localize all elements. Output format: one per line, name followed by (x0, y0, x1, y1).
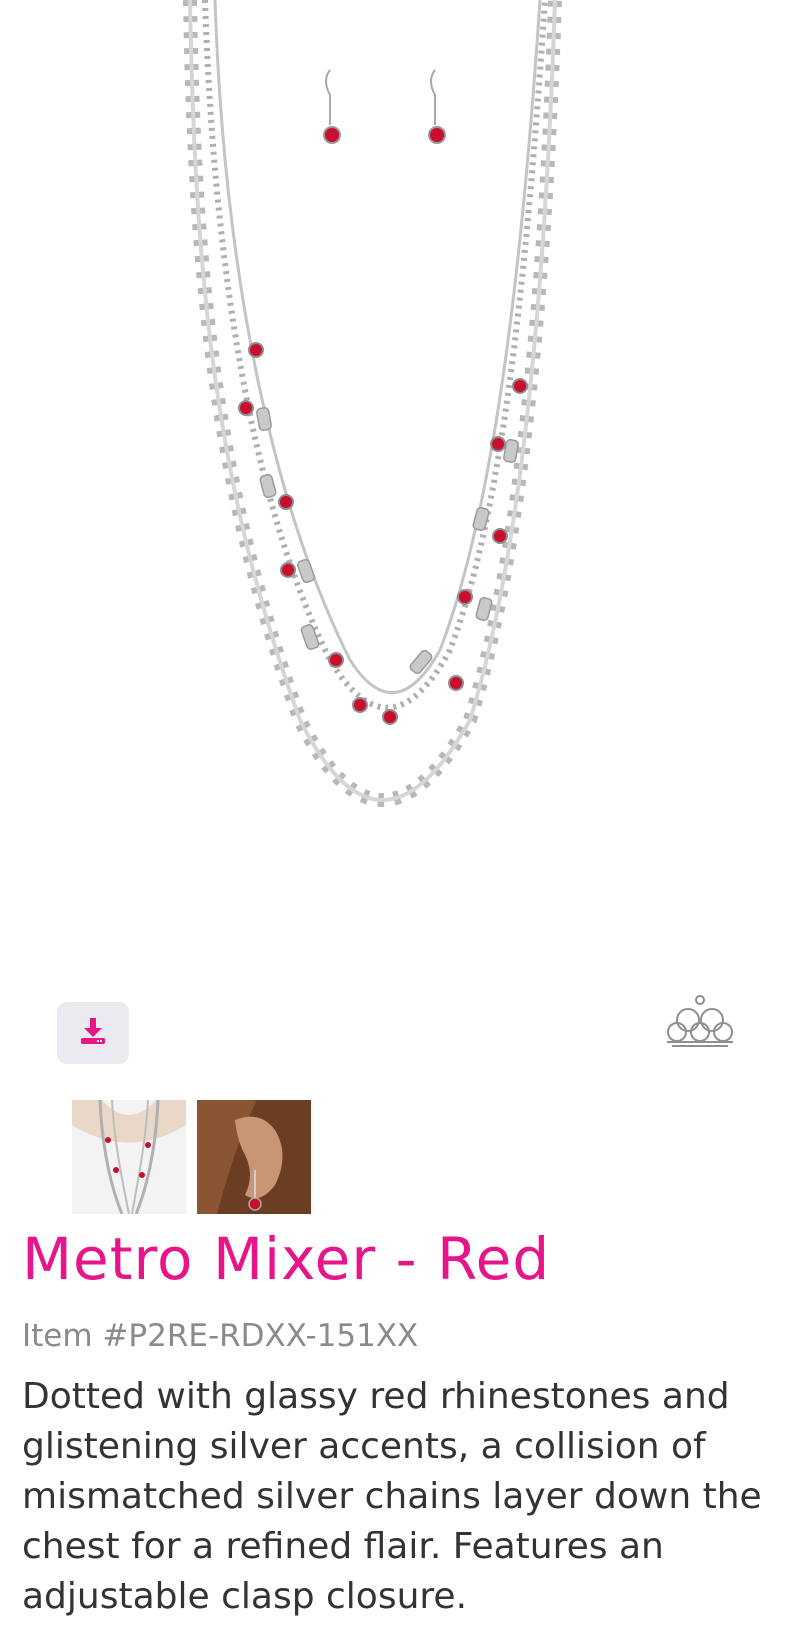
crown-logo (664, 994, 736, 1048)
earring-right (428, 69, 446, 144)
product-description: Dotted with glassy red rhinestones and g… (22, 1376, 762, 1617)
download-button[interactable] (57, 1002, 129, 1064)
thumbnail-earring-worn[interactable] (197, 1100, 311, 1214)
thumbnail-necklace-worn[interactable] (72, 1100, 186, 1214)
earring-left (323, 69, 341, 144)
product-main-image[interactable] (0, 0, 796, 960)
item-number: Item #P2RE-RDXX-151XX (22, 1318, 419, 1354)
product-title: Metro Mixer - Red (22, 1225, 551, 1293)
download-icon (78, 1016, 108, 1050)
